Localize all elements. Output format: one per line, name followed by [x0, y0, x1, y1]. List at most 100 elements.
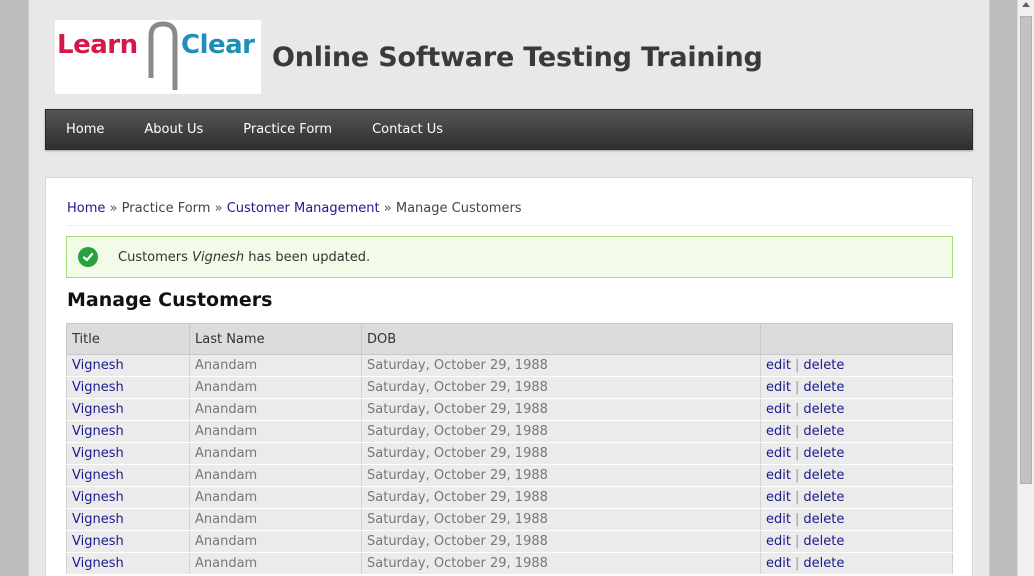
nav-item-about-us[interactable]: About Us — [124, 122, 223, 137]
edit-link[interactable]: edit — [766, 358, 791, 373]
cell-last-name: Anandam — [189, 398, 362, 421]
action-separator: | — [794, 424, 800, 439]
table-row: Vignesh Anandam Saturday, October 29, 1988… — [66, 376, 953, 399]
customer-title-link[interactable]: Vignesh — [72, 380, 124, 395]
cell-dob: Saturday, October 29, 1988 — [361, 398, 761, 421]
action-separator: | — [794, 380, 800, 395]
edit-link[interactable]: edit — [766, 380, 791, 395]
scroll-up-arrow-icon[interactable] — [1022, 2, 1030, 7]
alert-suffix: has been updated. — [248, 249, 371, 265]
customers-table: Title Last Name DOB Vignesh Anandam Saturd… — [66, 323, 953, 575]
table-row: Vignesh Anandam Saturday, October 29, 1988… — [66, 530, 953, 553]
vertical-scrollbar[interactable] — [1017, 0, 1034, 576]
delete-link[interactable]: delete — [803, 424, 844, 439]
action-separator: | — [794, 402, 800, 417]
action-separator: | — [794, 534, 800, 549]
table-row: Vignesh Anandam Saturday, October 29, 1988… — [66, 354, 953, 377]
scroll-thumb[interactable] — [1020, 16, 1032, 484]
alert-customer-name: Vignesh — [192, 249, 245, 265]
table-row: Vignesh Anandam Saturday, October 29, 1988… — [66, 464, 953, 487]
cell-title: Vignesh — [66, 486, 190, 509]
customer-title-link[interactable]: Vignesh — [72, 512, 124, 527]
cell-dob: Saturday, October 29, 1988 — [361, 552, 761, 575]
customer-title-link[interactable]: Vignesh — [72, 358, 124, 373]
edit-link[interactable]: edit — [766, 468, 791, 483]
edit-link[interactable]: edit — [766, 512, 791, 527]
action-separator: | — [794, 358, 800, 373]
breadcrumb-home[interactable]: Home — [67, 201, 105, 216]
cell-actions: edit | delete — [760, 486, 953, 509]
cell-actions: edit | delete — [760, 530, 953, 553]
delete-link[interactable]: delete — [803, 512, 844, 527]
customer-title-link[interactable]: Vignesh — [72, 534, 124, 549]
column-header-actions — [760, 323, 953, 355]
cell-title: Vignesh — [66, 552, 190, 575]
cell-last-name: Anandam — [189, 376, 362, 399]
breadcrumb-customer-management[interactable]: Customer Management — [227, 201, 380, 216]
cell-title: Vignesh — [66, 464, 190, 487]
delete-link[interactable]: delete — [803, 490, 844, 505]
cell-dob: Saturday, October 29, 1988 — [361, 420, 761, 443]
cell-last-name: Anandam — [189, 530, 362, 553]
action-separator: | — [794, 446, 800, 461]
cell-actions: edit | delete — [760, 398, 953, 421]
cell-actions: edit | delete — [760, 442, 953, 465]
cell-last-name: Anandam — [189, 420, 362, 443]
breadcrumb-separator: » — [383, 201, 392, 216]
customer-title-link[interactable]: Vignesh — [72, 424, 124, 439]
cell-last-name: Anandam — [189, 508, 362, 531]
breadcrumb-separator: » — [109, 201, 118, 216]
customer-title-link[interactable]: Vignesh — [72, 402, 124, 417]
table-row: Vignesh Anandam Saturday, October 29, 1988… — [66, 398, 953, 421]
edit-link[interactable]: edit — [766, 402, 791, 417]
logo-n-icon — [148, 21, 178, 90]
cell-dob: Saturday, October 29, 1988 — [361, 486, 761, 509]
breadcrumb: Home » Practice Form » Customer Manageme… — [67, 201, 953, 226]
table-row: Vignesh Anandam Saturday, October 29, 1988… — [66, 508, 953, 531]
cell-title: Vignesh — [66, 398, 190, 421]
delete-link[interactable]: delete — [803, 380, 844, 395]
table-row: Vignesh Anandam Saturday, October 29, 1988… — [66, 486, 953, 509]
customer-title-link[interactable]: Vignesh — [72, 556, 124, 571]
action-separator: | — [794, 468, 800, 483]
cell-title: Vignesh — [66, 354, 190, 377]
customer-title-link[interactable]: Vignesh — [72, 446, 124, 461]
delete-link[interactable]: delete — [803, 556, 844, 571]
delete-link[interactable]: delete — [803, 402, 844, 417]
cell-actions: edit | delete — [760, 508, 953, 531]
customer-title-link[interactable]: Vignesh — [72, 468, 124, 483]
cell-title: Vignesh — [66, 420, 190, 443]
cell-dob: Saturday, October 29, 1988 — [361, 464, 761, 487]
action-separator: | — [794, 512, 800, 527]
cell-title: Vignesh — [66, 530, 190, 553]
site-title: Online Software Testing Training — [272, 41, 763, 73]
edit-link[interactable]: edit — [766, 446, 791, 461]
site-logo[interactable]: Learn Clear — [55, 20, 261, 94]
breadcrumb-current: Manage Customers — [395, 201, 522, 216]
column-header-dob: DOB — [361, 323, 761, 355]
edit-link[interactable]: edit — [766, 424, 791, 439]
delete-link[interactable]: delete — [803, 534, 844, 549]
column-header-last-name: Last Name — [189, 323, 362, 355]
action-separator: | — [794, 490, 800, 505]
nav-item-home[interactable]: Home — [46, 122, 124, 137]
cell-dob: Saturday, October 29, 1988 — [361, 530, 761, 553]
cell-actions: edit | delete — [760, 464, 953, 487]
delete-link[interactable]: delete — [803, 446, 844, 461]
delete-link[interactable]: delete — [803, 358, 844, 373]
alert-prefix: Customers — [118, 249, 188, 265]
delete-link[interactable]: delete — [803, 468, 844, 483]
nav-item-contact-us[interactable]: Contact Us — [352, 122, 463, 137]
cell-title: Vignesh — [66, 442, 190, 465]
customer-title-link[interactable]: Vignesh — [72, 490, 124, 505]
edit-link[interactable]: edit — [766, 490, 791, 505]
cell-title: Vignesh — [66, 508, 190, 531]
edit-link[interactable]: edit — [766, 556, 791, 571]
action-separator: | — [794, 556, 800, 571]
table-header-row: Title Last Name DOB — [66, 323, 953, 355]
column-header-title: Title — [66, 323, 190, 355]
site-header: Learn Clear Online Software Testing Trai… — [55, 20, 763, 94]
nav-item-practice-form[interactable]: Practice Form — [223, 122, 352, 137]
edit-link[interactable]: edit — [766, 534, 791, 549]
breadcrumb-separator: » — [214, 201, 223, 216]
